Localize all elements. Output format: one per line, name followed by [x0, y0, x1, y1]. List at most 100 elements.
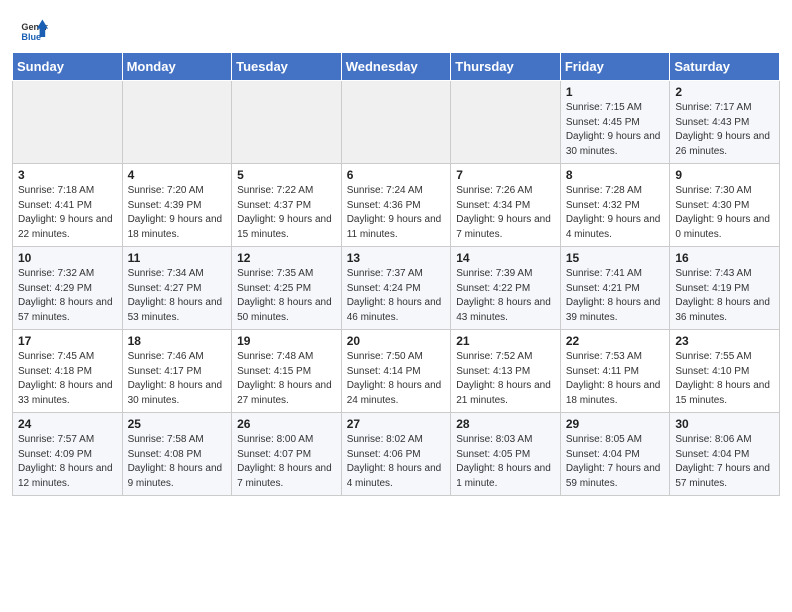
calendar-cell — [13, 81, 123, 164]
page-header: General Blue — [0, 0, 792, 52]
weekday-header: Wednesday — [341, 53, 451, 81]
day-info: Sunrise: 7:50 AM Sunset: 4:14 PM Dayligh… — [347, 350, 446, 408]
day-info: Sunrise: 7:17 AM Sunset: 4:43 PM Dayligh… — [675, 101, 774, 159]
calendar-cell — [341, 81, 451, 164]
calendar-cell: 17Sunrise: 7:45 AM Sunset: 4:18 PM Dayli… — [13, 330, 123, 413]
calendar-cell: 25Sunrise: 7:58 AM Sunset: 4:08 PM Dayli… — [122, 413, 232, 496]
day-info: Sunrise: 8:05 AM Sunset: 4:04 PM Dayligh… — [566, 433, 665, 491]
day-number: 11 — [128, 251, 227, 265]
calendar-cell: 23Sunrise: 7:55 AM Sunset: 4:10 PM Dayli… — [670, 330, 780, 413]
calendar-cell: 28 Sunrise: 8:03 AM Sunset: 4:05 PM Dayli… — [451, 413, 561, 496]
day-info: Sunrise: 7:41 AM Sunset: 4:21 PM Dayligh… — [566, 267, 665, 325]
day-number: 4 — [128, 168, 227, 182]
calendar-cell: 13Sunrise: 7:37 AM Sunset: 4:24 PM Dayli… — [341, 247, 451, 330]
day-number: 26 — [237, 417, 336, 431]
calendar-cell: 20 Sunrise: 7:50 AM Sunset: 4:14 PM Dayli… — [341, 330, 451, 413]
calendar-cell: 9 Sunrise: 7:30 AM Sunset: 4:30 PM Daylig… — [670, 164, 780, 247]
calendar-cell: 27Sunrise: 8:02 AM Sunset: 4:06 PM Dayli… — [341, 413, 451, 496]
day-number: 2 — [675, 85, 774, 99]
calendar-cell: 14 Sunrise: 7:39 AM Sunset: 4:22 PM Dayli… — [451, 247, 561, 330]
day-info: Sunrise: 7:34 AM Sunset: 4:27 PM Dayligh… — [128, 267, 227, 325]
calendar-cell: 29 Sunrise: 8:05 AM Sunset: 4:04 PM Dayli… — [560, 413, 670, 496]
day-number: 5 — [237, 168, 336, 182]
calendar-cell — [122, 81, 232, 164]
calendar-cell: 7 Sunrise: 7:26 AM Sunset: 4:34 PM Daylig… — [451, 164, 561, 247]
calendar-cell: 3 Sunrise: 7:18 AM Sunset: 4:41 PM Daylig… — [13, 164, 123, 247]
calendar-cell: 5 Sunrise: 7:22 AM Sunset: 4:37 PM Daylig… — [232, 164, 342, 247]
day-number: 21 — [456, 334, 555, 348]
day-info: Sunrise: 7:30 AM Sunset: 4:30 PM Dayligh… — [675, 184, 774, 242]
day-info: Sunrise: 7:28 AM Sunset: 4:32 PM Dayligh… — [566, 184, 665, 242]
day-info: Sunrise: 8:06 AM Sunset: 4:04 PM Dayligh… — [675, 433, 774, 491]
day-info: Sunrise: 7:24 AM Sunset: 4:36 PM Dayligh… — [347, 184, 446, 242]
day-info: Sunrise: 7:18 AM Sunset: 4:41 PM Dayligh… — [18, 184, 117, 242]
day-number: 1 — [566, 85, 665, 99]
day-number: 17 — [18, 334, 117, 348]
day-info: Sunrise: 7:58 AM Sunset: 4:08 PM Dayligh… — [128, 433, 227, 491]
day-info: Sunrise: 7:22 AM Sunset: 4:37 PM Dayligh… — [237, 184, 336, 242]
calendar-cell: 6 Sunrise: 7:24 AM Sunset: 4:36 PM Daylig… — [341, 164, 451, 247]
day-number: 19 — [237, 334, 336, 348]
calendar-cell: 16 Sunrise: 7:43 AM Sunset: 4:19 PM Dayli… — [670, 247, 780, 330]
day-info: Sunrise: 7:20 AM Sunset: 4:39 PM Dayligh… — [128, 184, 227, 242]
calendar-cell: 26 Sunrise: 8:00 AM Sunset: 4:07 PM Dayli… — [232, 413, 342, 496]
calendar-cell — [451, 81, 561, 164]
day-info: Sunrise: 8:02 AM Sunset: 4:06 PM Dayligh… — [347, 433, 446, 491]
calendar: SundayMondayTuesdayWednesdayThursdayFrid… — [0, 52, 792, 508]
day-number: 9 — [675, 168, 774, 182]
day-info: Sunrise: 7:53 AM Sunset: 4:11 PM Dayligh… — [566, 350, 665, 408]
day-info: Sunrise: 7:57 AM Sunset: 4:09 PM Dayligh… — [18, 433, 117, 491]
day-info: Sunrise: 7:43 AM Sunset: 4:19 PM Dayligh… — [675, 267, 774, 325]
day-number: 22 — [566, 334, 665, 348]
logo-icon: General Blue — [20, 16, 48, 44]
day-number: 13 — [347, 251, 446, 265]
day-number: 29 — [566, 417, 665, 431]
day-info: Sunrise: 7:48 AM Sunset: 4:15 PM Dayligh… — [237, 350, 336, 408]
day-number: 18 — [128, 334, 227, 348]
calendar-cell: 24 Sunrise: 7:57 AM Sunset: 4:09 PM Dayli… — [13, 413, 123, 496]
calendar-cell: 12 Sunrise: 7:35 AM Sunset: 4:25 PM Dayli… — [232, 247, 342, 330]
day-number: 12 — [237, 251, 336, 265]
calendar-cell: 4 Sunrise: 7:20 AM Sunset: 4:39 PM Daylig… — [122, 164, 232, 247]
calendar-cell: 30 Sunrise: 8:06 AM Sunset: 4:04 PM Dayli… — [670, 413, 780, 496]
day-number: 30 — [675, 417, 774, 431]
day-number: 16 — [675, 251, 774, 265]
day-number: 14 — [456, 251, 555, 265]
weekday-header: Monday — [122, 53, 232, 81]
calendar-cell: 2 Sunrise: 7:17 AM Sunset: 4:43 PM Daylig… — [670, 81, 780, 164]
day-number: 3 — [18, 168, 117, 182]
weekday-header: Thursday — [451, 53, 561, 81]
day-number: 15 — [566, 251, 665, 265]
calendar-cell: 21 Sunrise: 7:52 AM Sunset: 4:13 PM Dayli… — [451, 330, 561, 413]
day-number: 8 — [566, 168, 665, 182]
weekday-header: Saturday — [670, 53, 780, 81]
day-info: Sunrise: 8:00 AM Sunset: 4:07 PM Dayligh… — [237, 433, 336, 491]
day-number: 20 — [347, 334, 446, 348]
day-number: 10 — [18, 251, 117, 265]
weekday-header: Sunday — [13, 53, 123, 81]
day-info: Sunrise: 8:03 AM Sunset: 4:05 PM Dayligh… — [456, 433, 555, 491]
day-info: Sunrise: 7:32 AM Sunset: 4:29 PM Dayligh… — [18, 267, 117, 325]
calendar-cell: 15 Sunrise: 7:41 AM Sunset: 4:21 PM Dayli… — [560, 247, 670, 330]
calendar-table: SundayMondayTuesdayWednesdayThursdayFrid… — [12, 52, 780, 496]
calendar-cell — [232, 81, 342, 164]
calendar-cell: 11 Sunrise: 7:34 AM Sunset: 4:27 PM Dayli… — [122, 247, 232, 330]
day-info: Sunrise: 7:26 AM Sunset: 4:34 PM Dayligh… — [456, 184, 555, 242]
calendar-cell: 1Sunrise: 7:15 AM Sunset: 4:45 PM Daylig… — [560, 81, 670, 164]
svg-text:Blue: Blue — [21, 32, 41, 42]
logo: General Blue — [20, 16, 48, 44]
day-number: 28 — [456, 417, 555, 431]
calendar-cell: 10 Sunrise: 7:32 AM Sunset: 4:29 PM Dayli… — [13, 247, 123, 330]
day-number: 24 — [18, 417, 117, 431]
day-info: Sunrise: 7:46 AM Sunset: 4:17 PM Dayligh… — [128, 350, 227, 408]
day-info: Sunrise: 7:39 AM Sunset: 4:22 PM Dayligh… — [456, 267, 555, 325]
day-number: 6 — [347, 168, 446, 182]
day-info: Sunrise: 7:52 AM Sunset: 4:13 PM Dayligh… — [456, 350, 555, 408]
calendar-cell: 8 Sunrise: 7:28 AM Sunset: 4:32 PM Daylig… — [560, 164, 670, 247]
calendar-cell: 22 Sunrise: 7:53 AM Sunset: 4:11 PM Dayli… — [560, 330, 670, 413]
calendar-cell: 19 Sunrise: 7:48 AM Sunset: 4:15 PM Dayli… — [232, 330, 342, 413]
day-number: 7 — [456, 168, 555, 182]
day-info: Sunrise: 7:35 AM Sunset: 4:25 PM Dayligh… — [237, 267, 336, 325]
day-number: 23 — [675, 334, 774, 348]
calendar-cell: 18 Sunrise: 7:46 AM Sunset: 4:17 PM Dayli… — [122, 330, 232, 413]
